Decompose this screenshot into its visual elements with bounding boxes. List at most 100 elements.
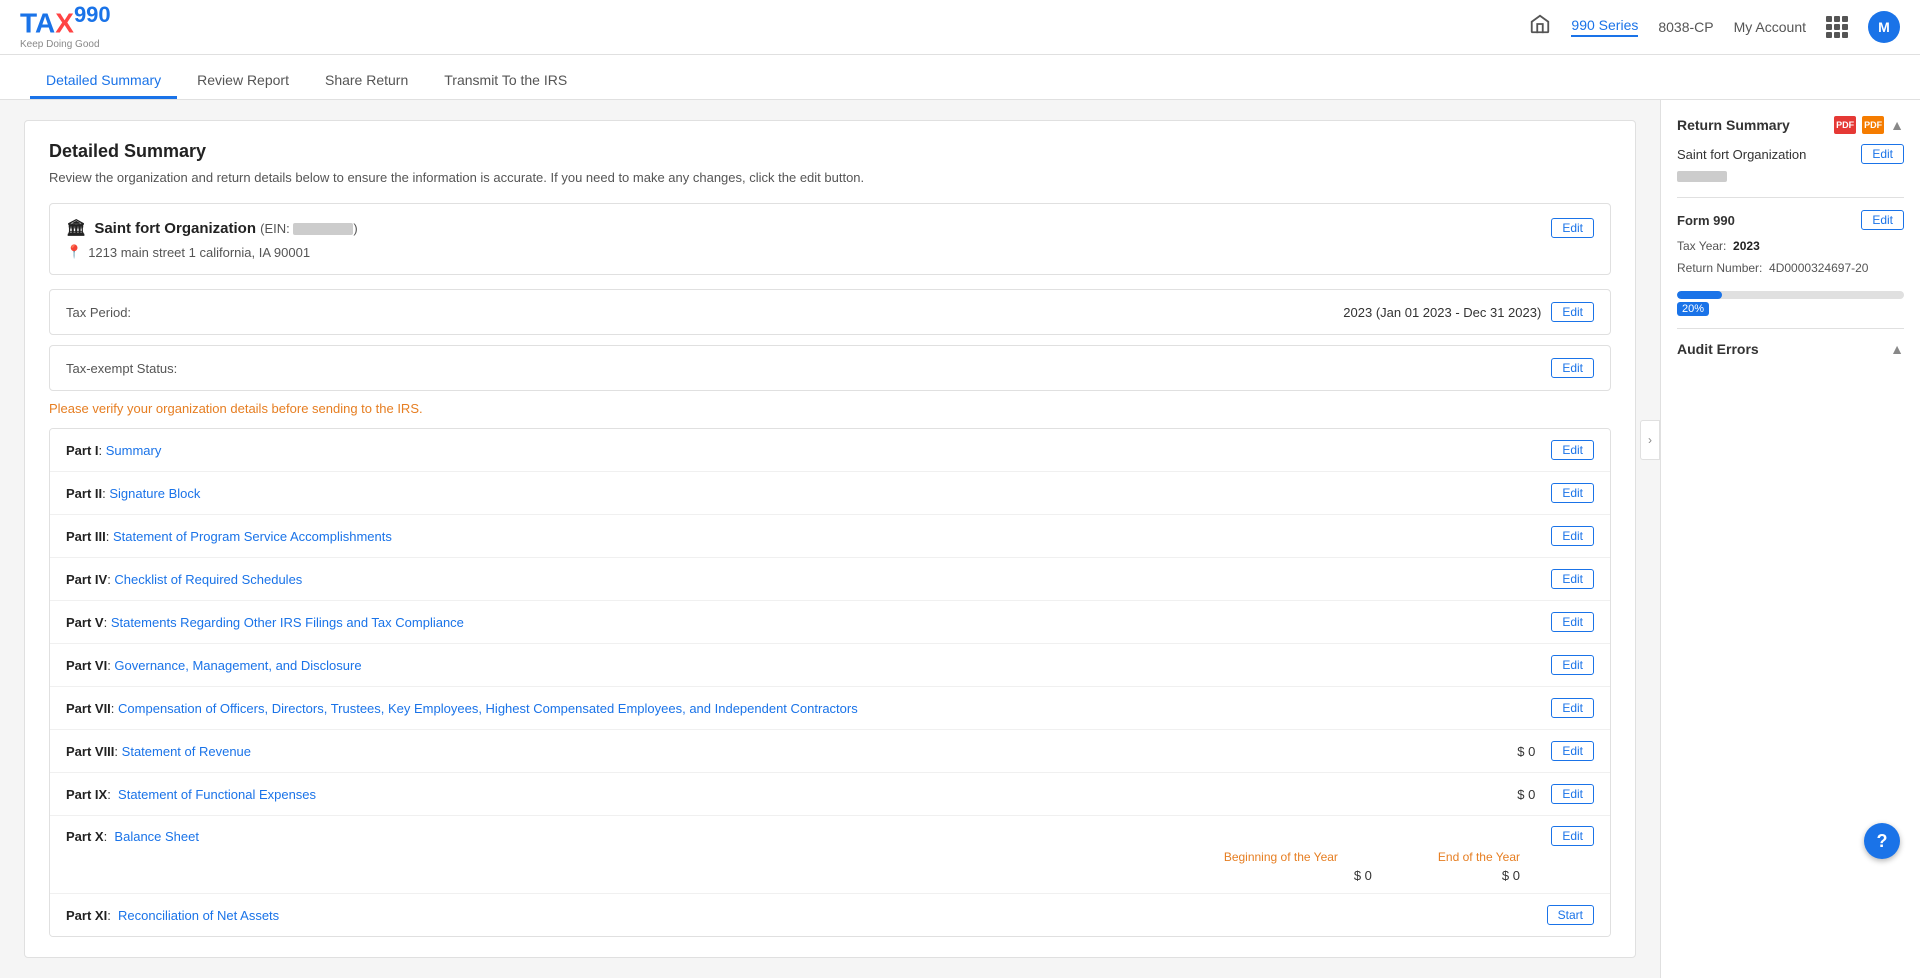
logo-text: TAX990 [20,4,111,37]
org-ein: (EIN: ) [260,221,358,236]
progress-container: 20% [1677,291,1904,316]
table-row: Part VIII: Statement of Revenue $ 0 Edit [50,730,1610,773]
part7-label: Part VII: Compensation of Officers, Dire… [66,701,1551,716]
end-of-year-amount: $ 0 [1502,868,1520,883]
avatar[interactable]: M [1868,11,1900,43]
nav-990-series[interactable]: 990 Series [1571,17,1638,37]
table-row: Part XI: Reconciliation of Net Assets St… [50,894,1610,936]
tab-share-return[interactable]: Share Return [309,64,424,99]
part4-edit-button[interactable]: Edit [1551,569,1594,589]
progress-bar-bg [1677,291,1904,299]
part9-label: Part IX: Statement of Functional Expense… [66,787,1475,802]
org-edit-button[interactable]: Edit [1551,218,1594,238]
part10-edit-button[interactable]: Edit [1551,826,1594,846]
table-row: Part VI: Governance, Management, and Dis… [50,644,1610,687]
grid-icon[interactable] [1826,16,1848,38]
part4-label: Part IV: Checklist of Required Schedules [66,572,1551,587]
part8-label: Part VIII: Statement of Revenue [66,744,1475,759]
part9-amount: $ 0 [1475,787,1535,802]
sidebar-org-blur [1677,171,1727,182]
parts-container: Part I: Summary Edit Part II: Signature … [49,428,1611,937]
location-icon: 📍 [66,244,82,260]
nav-8038[interactable]: 8038-CP [1658,19,1713,35]
audit-errors-header: Audit Errors ▲ [1677,341,1904,357]
part7-edit-button[interactable]: Edit [1551,698,1594,718]
return-summary-header: Return Summary PDF PDF ▲ [1677,116,1904,134]
org-address: 📍 1213 main street 1 california, IA 9000… [66,244,1594,260]
pdf-orange-icon[interactable]: PDF [1862,116,1884,134]
sidebar-divider-1 [1677,197,1904,198]
help-button[interactable]: ? [1864,823,1900,859]
part1-edit-button[interactable]: Edit [1551,440,1594,460]
form-edit-button[interactable]: Edit [1861,210,1904,230]
table-row: Part I: Summary Edit [50,429,1610,472]
org-section: 🏛 Saint fort Organization (EIN: ) Edit 📍… [49,203,1611,275]
sidebar-org-edit-button[interactable]: Edit [1861,144,1904,164]
audit-errors-collapse-icon[interactable]: ▲ [1890,341,1904,357]
org-name-text: Saint fort Organization (EIN: ) [94,220,357,237]
header-right: 990 Series 8038-CP My Account M [1529,11,1900,43]
part10-label: Part X: Balance Sheet [66,829,1551,844]
nav-my-account[interactable]: My Account [1734,19,1806,35]
audit-errors-label: Audit Errors [1677,341,1759,357]
return-number-label: Return Number: [1677,261,1762,275]
part11-start-button[interactable]: Start [1547,905,1594,925]
part11-label: Part XI: Reconciliation of Net Assets [66,908,1547,923]
part9-edit-button[interactable]: Edit [1551,784,1594,804]
tax-period-value: 2023 (Jan 01 2023 - Dec 31 2023) Edit [1343,302,1594,322]
table-row: Part X: Balance Sheet Edit Beginning of … [50,816,1610,894]
tax-exempt-edit-button[interactable]: Edit [1551,358,1594,378]
part2-edit-button[interactable]: Edit [1551,483,1594,503]
table-row: Part VII: Compensation of Officers, Dire… [50,687,1610,730]
beginning-of-year-header: Beginning of the Year [1224,850,1338,864]
form-label-row: Form 990 Edit [1677,210,1904,230]
main-layout: Detailed Summary Review the organization… [0,100,1920,978]
tax-period-edit-button[interactable]: Edit [1551,302,1594,322]
org-name: 🏛 Saint fort Organization (EIN: ) [66,218,358,238]
return-number-value: 4D0000324697-20 [1769,261,1868,275]
part8-amount: $ 0 [1475,744,1535,759]
table-row: Part IV: Checklist of Required Schedules… [50,558,1610,601]
tab-transmit-irs[interactable]: Transmit To the IRS [428,64,583,99]
logo-subtitle: Keep Doing Good [20,40,111,50]
tax-period-row: Tax Period: 2023 (Jan 01 2023 - Dec 31 2… [49,289,1611,335]
part3-label: Part III: Statement of Program Service A… [66,529,1551,544]
progress-bar-fill [1677,291,1722,299]
main-card: Detailed Summary Review the organization… [24,120,1636,958]
tax-year-value: 2023 [1733,239,1760,253]
part6-edit-button[interactable]: Edit [1551,655,1594,675]
tax-exempt-row: Tax-exempt Status: Edit [49,345,1611,391]
beginning-of-year-amount: $ 0 [1354,868,1372,883]
page-description: Review the organization and return detai… [49,170,1611,185]
part6-label: Part VI: Governance, Management, and Dis… [66,658,1551,673]
building-icon: 🏛 [66,218,86,238]
tabs-bar: Detailed Summary Review Report Share Ret… [0,55,1920,100]
return-summary-label: Return Summary [1677,117,1790,133]
tax-exempt-label: Tax-exempt Status: [66,361,177,376]
content-area: Detailed Summary Review the organization… [0,100,1660,978]
end-of-year-header: End of the Year [1438,850,1520,864]
return-summary-collapse-icon[interactable]: ▲ [1890,117,1904,133]
tab-detailed-summary[interactable]: Detailed Summary [30,64,177,99]
tax-year-label: Tax Year: [1677,239,1726,253]
part3-edit-button[interactable]: Edit [1551,526,1594,546]
part2-label: Part II: Signature Block [66,486,1551,501]
page-title: Detailed Summary [49,141,1611,162]
home-icon[interactable] [1529,13,1551,41]
pdf-red-icon[interactable]: PDF [1834,116,1856,134]
part1-label: Part I: Summary [66,443,1551,458]
part8-edit-button[interactable]: Edit [1551,741,1594,761]
sidebar-divider-2 [1677,328,1904,329]
progress-label: 20% [1677,302,1709,316]
form-label: Form 990 [1677,213,1735,228]
org-name-row: 🏛 Saint fort Organization (EIN: ) Edit [66,218,1594,238]
part5-edit-button[interactable]: Edit [1551,612,1594,632]
table-row: Part III: Statement of Program Service A… [50,515,1610,558]
tax-period-label: Tax Period: [66,305,131,320]
sidebar-toggle-chevron[interactable]: › [1640,420,1660,460]
sidebar-org-name-row: Saint fort Organization Edit [1677,144,1904,164]
sidebar-meta: Tax Year: 2023 Return Number: 4D00003246… [1677,236,1904,279]
verify-notice: Please verify your organization details … [49,401,1611,416]
tab-review-report[interactable]: Review Report [181,64,305,99]
header: TAX990 Keep Doing Good 990 Series 8038-C… [0,0,1920,55]
